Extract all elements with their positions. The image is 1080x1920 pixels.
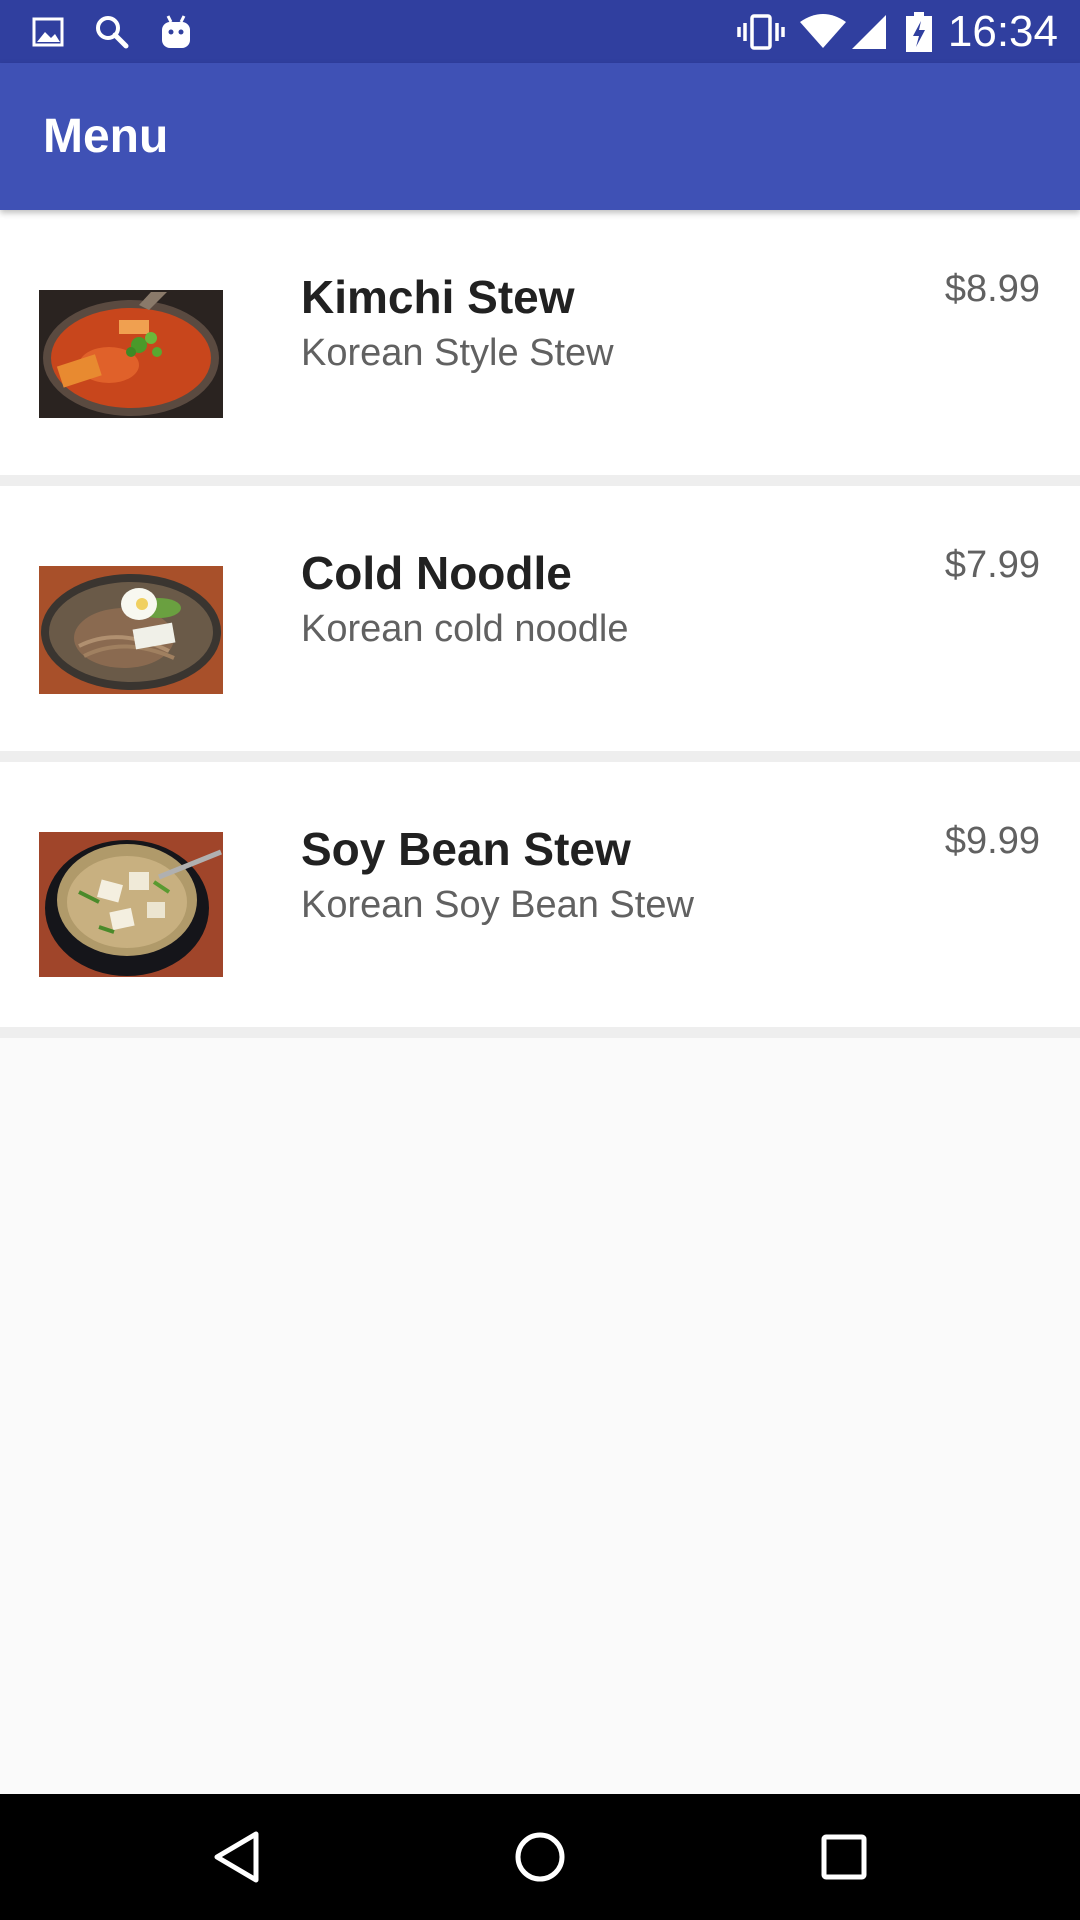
status-time: 16:34 — [947, 7, 1058, 56]
back-icon[interactable] — [191, 1812, 281, 1902]
android-icon — [156, 0, 196, 63]
item-name: Cold Noodle — [301, 547, 572, 599]
image-icon — [28, 0, 68, 63]
app-bar: Menu — [0, 63, 1080, 210]
menu-list: Kimchi Stew Korean Style Stew $8.99 Cold… — [0, 210, 1080, 1038]
recents-icon[interactable] — [799, 1812, 889, 1902]
item-description: Korean Soy Bean Stew — [301, 884, 694, 926]
kimchi-stew-photo — [39, 290, 223, 418]
battery-charging-icon — [902, 0, 936, 63]
item-description: Korean Style Stew — [301, 332, 614, 374]
item-price: $9.99 — [944, 820, 1040, 862]
item-description: Korean cold noodle — [301, 608, 629, 650]
signal-icon — [848, 0, 890, 63]
menu-item-soy-bean-stew[interactable]: Soy Bean Stew Korean Soy Bean Stew $9.99 — [0, 762, 1080, 1038]
app-screen: 16:34 Menu Kimchi Stew Korean Style Stew… — [0, 0, 1080, 1920]
item-name: Kimchi Stew — [301, 271, 575, 323]
search-icon — [92, 0, 132, 63]
menu-item-kimchi-stew[interactable]: Kimchi Stew Korean Style Stew $8.99 — [0, 210, 1080, 486]
vibrate-icon — [736, 0, 786, 63]
wifi-icon — [798, 0, 848, 63]
soy-bean-stew-photo — [39, 832, 223, 977]
item-name: Soy Bean Stew — [301, 823, 631, 875]
item-price: $8.99 — [944, 268, 1040, 310]
navigation-bar — [0, 1794, 1080, 1920]
menu-item-cold-noodle[interactable]: Cold Noodle Korean cold noodle $7.99 — [0, 486, 1080, 762]
status-bar: 16:34 — [0, 0, 1080, 63]
item-price: $7.99 — [944, 544, 1040, 586]
cold-noodle-photo — [39, 566, 223, 694]
home-icon[interactable] — [495, 1812, 585, 1902]
page-title: Menu — [43, 110, 169, 163]
